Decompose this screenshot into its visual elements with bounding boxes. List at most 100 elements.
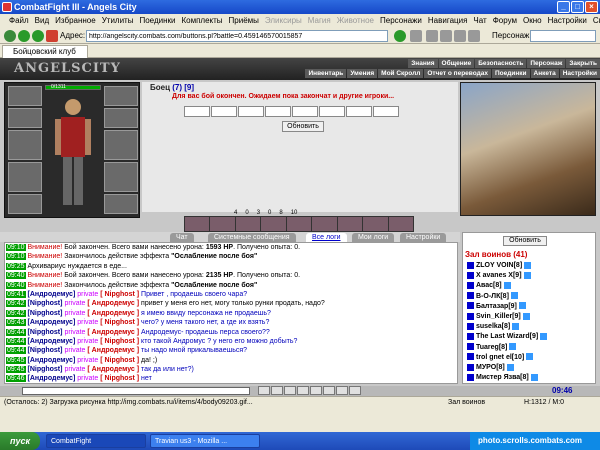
attack-slot[interactable]	[184, 106, 210, 117]
nav-my-scroll[interactable]: Мой Скролл	[378, 69, 424, 78]
belt-item[interactable]	[185, 217, 210, 231]
player-name[interactable]: МУРО[8]	[476, 364, 505, 371]
belt-item[interactable]	[235, 217, 261, 231]
menu-favorites[interactable]: Избранное	[52, 14, 99, 28]
tools-icon[interactable]	[468, 30, 480, 42]
chat-sender[interactable]: [Андродемус]	[27, 291, 75, 298]
belt-item[interactable]	[210, 217, 235, 231]
menu-chat[interactable]: Чат	[470, 14, 489, 28]
chat-recipient[interactable]: [ Nipghost ]	[100, 375, 139, 382]
belt-item[interactable]	[286, 217, 312, 231]
menu-file[interactable]: Файл	[6, 14, 32, 28]
forward-icon[interactable]	[32, 30, 44, 42]
menu-help[interactable]: Справка	[590, 14, 600, 28]
info-icon[interactable]	[506, 363, 514, 371]
refresh-chat-icon[interactable]	[310, 386, 322, 395]
info-icon[interactable]	[518, 302, 526, 310]
menu-navigation[interactable]: Навигация	[425, 14, 471, 28]
player-name[interactable]: suselka[8]	[476, 323, 510, 330]
chat-sender[interactable]: [Nipghost]	[27, 347, 62, 354]
exit-icon[interactable]	[349, 386, 361, 395]
belt-item[interactable]	[312, 217, 337, 231]
chat-sender[interactable]: [Андродемус]	[27, 319, 75, 326]
belt-item[interactable]	[363, 217, 388, 231]
chat-recipient[interactable]: [ Андродемус ]	[87, 366, 139, 373]
private-icon[interactable]	[336, 386, 348, 395]
minimize-button[interactable]: _	[557, 1, 570, 13]
chat-sender[interactable]: [Андродемус]	[27, 357, 75, 364]
nav-profile[interactable]: Анкета	[530, 69, 559, 78]
nav-close[interactable]: Закрыть	[566, 59, 600, 68]
slot-belt[interactable]	[8, 194, 42, 214]
attack-slot[interactable]	[211, 106, 237, 117]
player-item[interactable]: Tuareg[8]	[463, 343, 591, 353]
player-item[interactable]: Svin_Killer[9]	[463, 312, 591, 322]
nav-settings[interactable]: Настройки	[559, 69, 600, 78]
belt-item[interactable]	[261, 217, 286, 231]
monitor-icon[interactable]	[426, 30, 438, 42]
chat-sender[interactable]: [Андродемус]	[27, 375, 75, 382]
player-item[interactable]: ZLOY VOIN[8]	[463, 261, 591, 271]
nav-security[interactable]: Безопасность	[475, 59, 527, 68]
menu-utilities[interactable]: Утилиты	[99, 14, 137, 28]
attack-slot[interactable]	[238, 106, 264, 117]
nav-inventory[interactable]: Инвентарь	[305, 69, 347, 78]
home-icon[interactable]	[4, 30, 16, 42]
chat-sender[interactable]: [Nipghost]	[27, 300, 62, 307]
smiley-icon[interactable]	[258, 386, 270, 395]
history-icon[interactable]	[454, 30, 466, 42]
attack-slot[interactable]	[373, 106, 399, 117]
chat-recipient[interactable]: [ Nipghost ]	[100, 338, 139, 345]
info-icon[interactable]	[530, 373, 538, 381]
player-item[interactable]: trol gnet el[10]	[463, 353, 591, 363]
info-icon[interactable]	[503, 282, 511, 290]
player-name[interactable]: Мистер Язва[8]	[476, 374, 529, 381]
player-name[interactable]: X avanes X[9]	[476, 272, 522, 279]
player-item[interactable]: Балтазар[9]	[463, 302, 591, 312]
chat-recipient[interactable]: [ Nipghost ]	[100, 319, 139, 326]
tab-all-logs[interactable]: Все логи	[306, 233, 347, 242]
player-item[interactable]: X avanes X[9]	[463, 271, 591, 281]
persona-select[interactable]	[530, 30, 596, 42]
player-item[interactable]: Авас[8]	[463, 281, 591, 291]
tab-chat[interactable]: Чат	[170, 233, 194, 242]
info-icon[interactable]	[540, 332, 548, 340]
sound-icon[interactable]	[323, 386, 335, 395]
slot-gloves[interactable]	[104, 108, 138, 128]
chat-recipient[interactable]: [ Андродемус ]	[87, 300, 139, 307]
slot-boots[interactable]	[104, 194, 138, 214]
start-button[interactable]: пуск	[0, 432, 40, 450]
tab-my-logs[interactable]: Мои логи	[352, 233, 395, 242]
info-icon[interactable]	[524, 261, 532, 269]
player-item[interactable]: suselka[8]	[463, 322, 591, 332]
player-name[interactable]: The Last Wizard[9]	[476, 333, 538, 340]
info-icon[interactable]	[526, 353, 534, 361]
task-combatfight[interactable]: CombatFight	[46, 434, 146, 448]
chat-recipient[interactable]: [ Nipghost ]	[100, 291, 139, 298]
belt-item[interactable]	[337, 217, 363, 231]
chat-recipient[interactable]: [ Nipghost ]	[100, 357, 139, 364]
refresh-icon[interactable]	[410, 30, 422, 42]
player-name[interactable]: trol gnet el[10]	[476, 354, 524, 361]
close-button[interactable]: ×	[585, 1, 598, 13]
fighter-name[interactable]: Боец	[150, 83, 170, 92]
chat-input[interactable]	[22, 387, 250, 395]
attack-slot[interactable]	[292, 106, 318, 117]
menu-fights[interactable]: Поединки	[136, 14, 178, 28]
player-name[interactable]: Авас[8]	[476, 282, 502, 289]
info-icon[interactable]	[509, 343, 517, 351]
tab-chat-settings[interactable]: Настройки	[400, 233, 447, 242]
attack-slot[interactable]	[265, 106, 291, 117]
menu-characters[interactable]: Персонажи	[377, 14, 425, 28]
clear-icon[interactable]	[284, 386, 296, 395]
menu-settings[interactable]: Настройки	[545, 14, 590, 28]
chat-sender[interactable]: [Андродемус]	[27, 338, 75, 345]
player-name[interactable]: Балтазар[9]	[476, 303, 517, 310]
attack-slot[interactable]	[319, 106, 345, 117]
favorites-icon[interactable]	[440, 30, 452, 42]
maximize-button[interactable]: □	[571, 1, 584, 13]
attack-slot[interactable]	[346, 106, 372, 117]
slot-helmet[interactable]	[8, 86, 42, 106]
nav-transfer-report[interactable]: Отчет о переводах	[424, 69, 491, 78]
slot-earrings[interactable]	[104, 86, 138, 106]
